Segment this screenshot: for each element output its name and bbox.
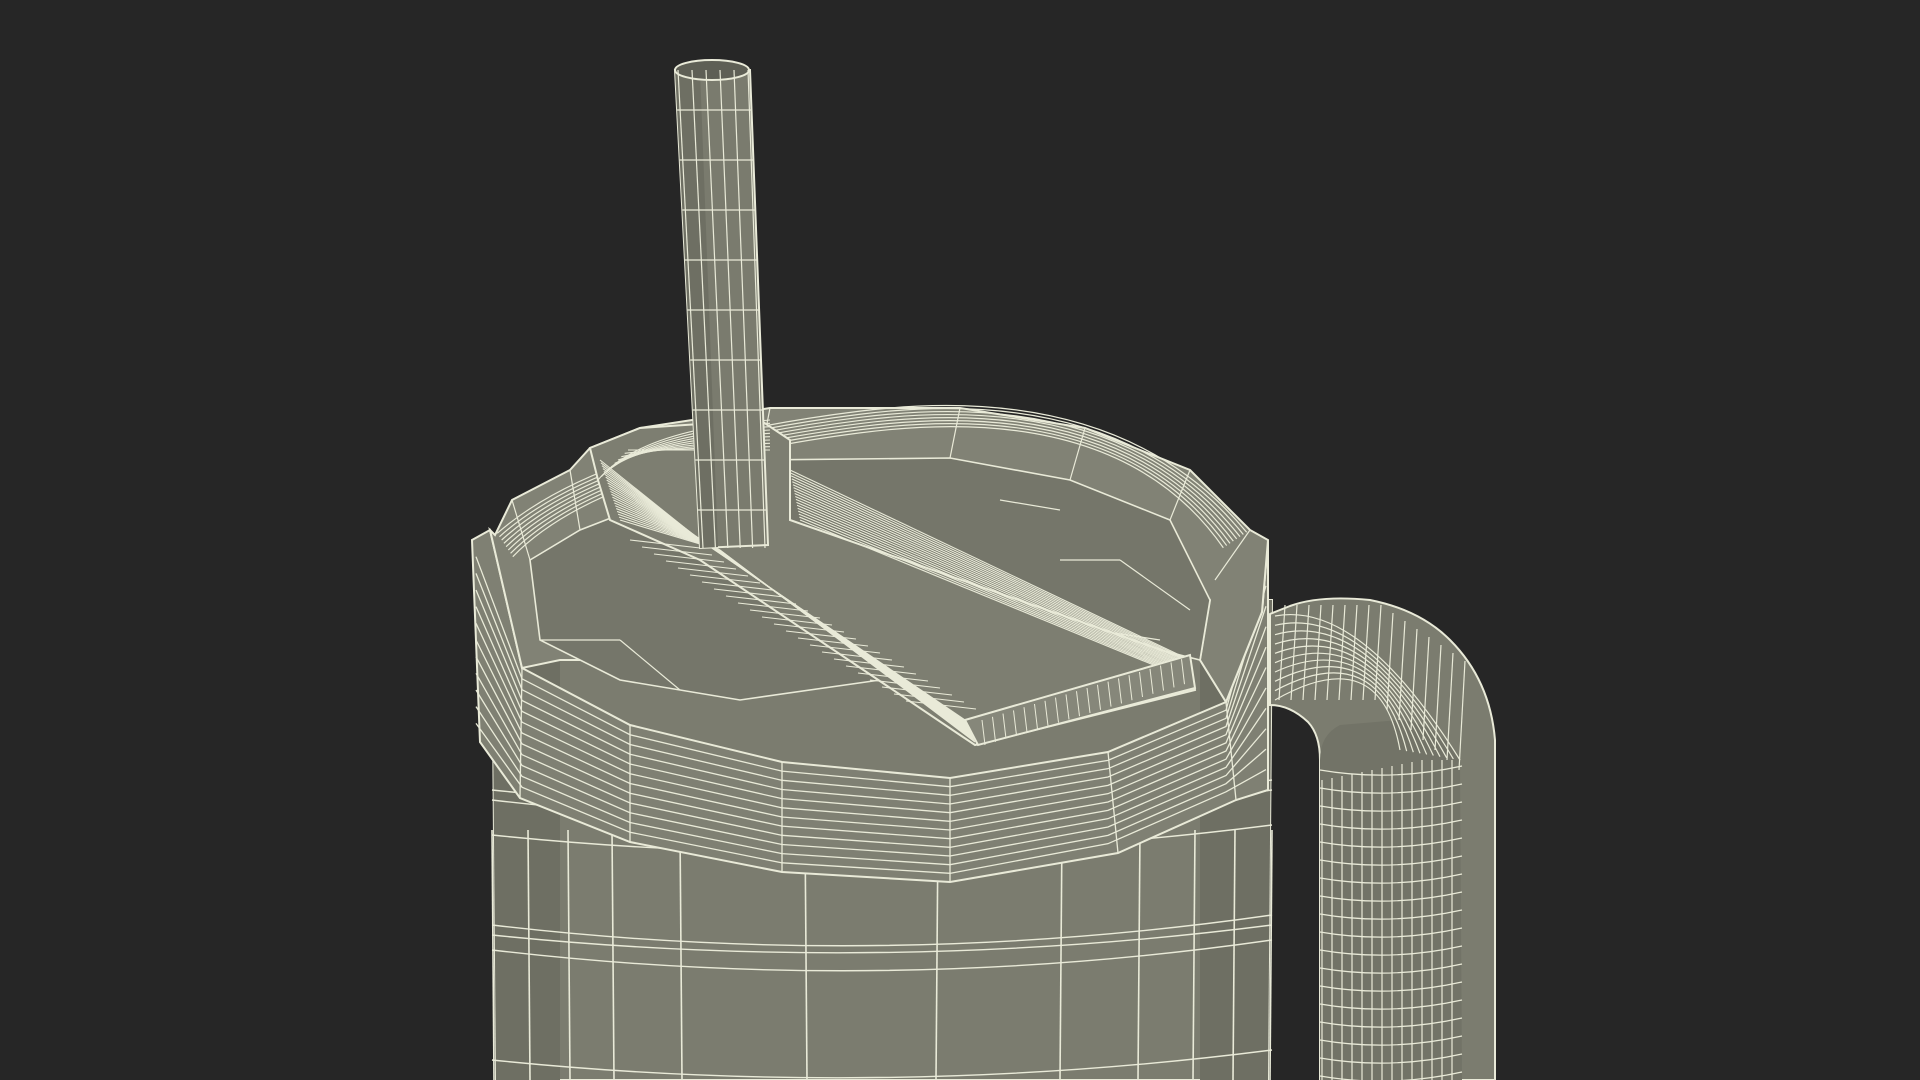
render-viewport (0, 0, 1920, 1080)
handle (1269, 597, 1496, 1080)
wireframe-render (470, 59, 1496, 1080)
